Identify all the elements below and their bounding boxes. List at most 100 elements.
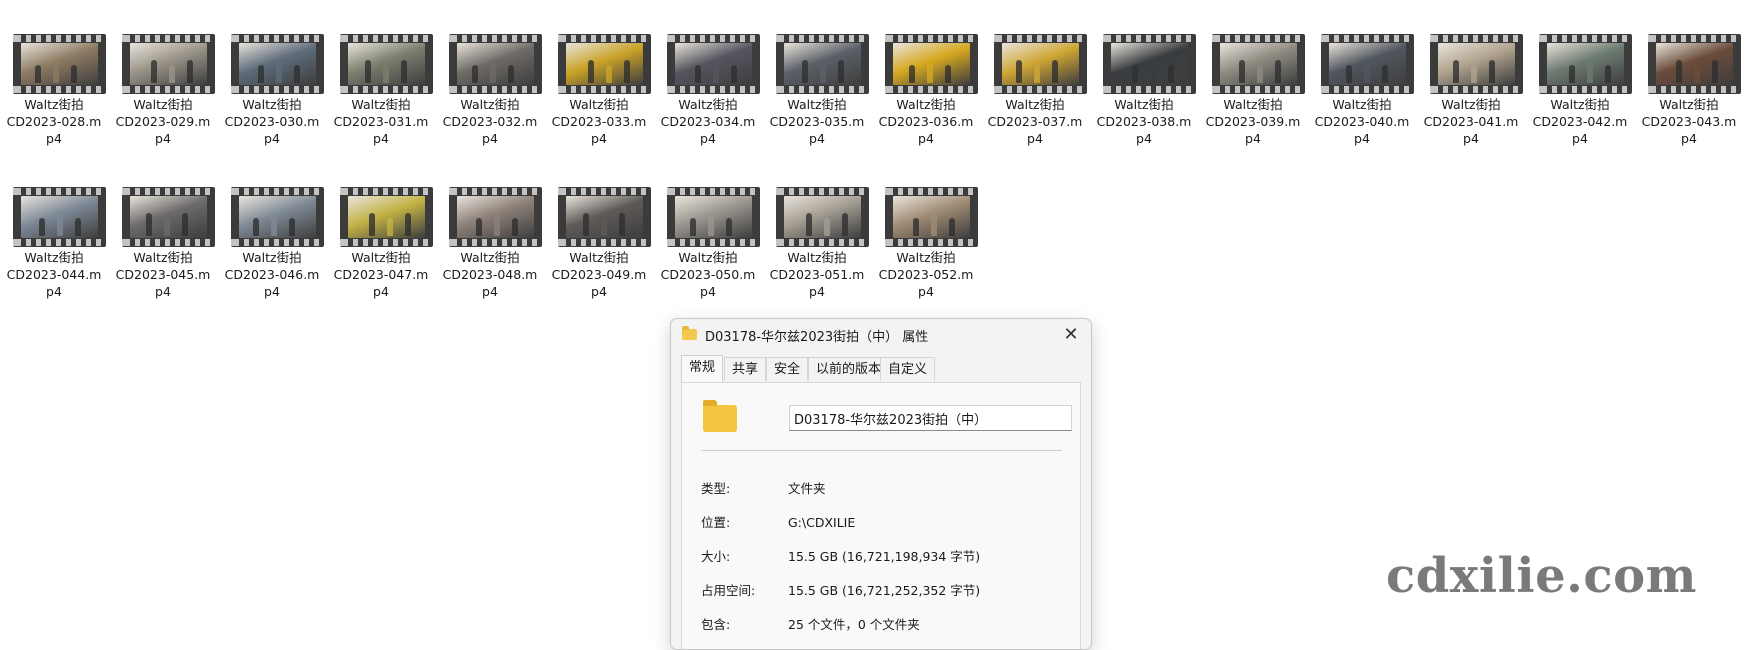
thumbnail-figure — [39, 218, 45, 236]
watermark: cdxilie.com — [1386, 548, 1697, 604]
thumbnail-figure — [1605, 65, 1611, 83]
thumbnail-figure — [1257, 65, 1263, 83]
file-name-line: p4 — [373, 284, 389, 299]
file-item[interactable]: Waltz街拍 CD2023-042.m p4 — [1526, 0, 1634, 146]
tab-security[interactable]: 安全 — [766, 357, 809, 381]
file-item[interactable]: Waltz街拍 CD2023-035.m p4 — [763, 0, 871, 146]
file-item[interactable]: Waltz街拍 CD2023-040.m p4 — [1308, 0, 1416, 146]
file-item[interactable]: Waltz街拍 CD2023-032.m p4 — [436, 0, 544, 146]
file-name-line: Waltz街拍 — [1550, 97, 1610, 112]
file-item[interactable]: Waltz街拍 CD2023-036.m p4 — [872, 0, 980, 146]
thumbnail-frame — [1547, 43, 1624, 85]
file-name-line: CD2023-041.m — [1423, 114, 1519, 129]
file-item[interactable]: Waltz街拍 CD2023-050.m p4 — [654, 153, 762, 299]
thumbnail-figure — [75, 218, 81, 236]
file-name-line: Waltz街拍 — [24, 97, 84, 112]
thumbnail-figure — [726, 218, 732, 236]
file-name-line: Waltz街拍 — [242, 250, 302, 265]
thumbnail-figure — [187, 60, 193, 83]
thumbnail-frame — [130, 196, 207, 238]
file-name: Waltz街拍 CD2023-046.m p4 — [220, 249, 324, 300]
file-item[interactable]: Waltz街拍 CD2023-041.m p4 — [1417, 0, 1525, 146]
thumbnail-frame — [893, 43, 970, 85]
file-name-line: p4 — [1354, 131, 1370, 146]
file-name-line: p4 — [155, 131, 171, 146]
film-holes — [122, 35, 215, 42]
file-item[interactable]: Waltz街拍 CD2023-031.m p4 — [327, 0, 435, 146]
file-name: Waltz街拍 CD2023-033.m p4 — [547, 96, 651, 147]
file-name-line: Waltz街拍 — [460, 97, 520, 112]
file-name-line: p4 — [918, 131, 934, 146]
close-icon[interactable]: ✕ — [1059, 323, 1083, 347]
film-holes — [558, 239, 651, 246]
file-name-line: CD2023-032.m — [442, 114, 538, 129]
video-file-icon — [231, 187, 324, 247]
video-file-icon — [13, 187, 106, 247]
file-item[interactable]: Waltz街拍 CD2023-051.m p4 — [763, 153, 871, 299]
thumbnail-figure — [838, 60, 844, 83]
file-name: Waltz街拍 CD2023-037.m p4 — [983, 96, 1087, 147]
file-item[interactable]: Waltz街拍 CD2023-037.m p4 — [981, 0, 1089, 146]
thumbnail-figure — [1275, 60, 1281, 83]
tab-sharing[interactable]: 共享 — [724, 357, 767, 381]
file-name-line: Waltz街拍 — [133, 97, 193, 112]
file-item[interactable]: Waltz街拍 CD2023-045.m p4 — [109, 153, 217, 299]
thumbnail-figure — [588, 60, 594, 83]
file-item[interactable]: Waltz街拍 CD2023-028.m p4 — [0, 0, 108, 146]
file-name: Waltz街拍 CD2023-032.m p4 — [438, 96, 542, 147]
file-item[interactable]: Waltz街拍 CD2023-033.m p4 — [545, 0, 653, 146]
film-holes — [340, 35, 433, 42]
file-item[interactable]: Waltz街拍 CD2023-038.m p4 — [1090, 0, 1198, 146]
thumbnail-frame — [21, 196, 98, 238]
video-file-icon — [1321, 34, 1414, 94]
thumbnail-figure — [690, 218, 696, 236]
file-item[interactable]: Waltz街拍 CD2023-048.m p4 — [436, 153, 544, 299]
video-file-icon — [776, 187, 869, 247]
file-item[interactable]: Waltz街拍 CD2023-043.m p4 — [1635, 0, 1743, 146]
thumbnail-figure — [182, 213, 188, 236]
file-name-line: CD2023-039.m — [1205, 114, 1301, 129]
thumbnail-figure — [909, 65, 915, 83]
file-item[interactable]: Waltz街拍 CD2023-029.m p4 — [109, 0, 217, 146]
file-item[interactable]: Waltz街拍 CD2023-030.m p4 — [218, 0, 326, 146]
file-item[interactable]: Waltz街拍 CD2023-034.m p4 — [654, 0, 762, 146]
file-name: Waltz街拍 CD2023-038.m p4 — [1092, 96, 1196, 147]
file-item[interactable]: Waltz街拍 CD2023-046.m p4 — [218, 153, 326, 299]
tab-previous-versions[interactable]: 以前的版本 — [808, 357, 890, 381]
thumbnail-figure — [169, 65, 175, 83]
video-file-icon — [122, 34, 215, 94]
thumbnail-figure — [1453, 60, 1459, 83]
file-name-line: p4 — [46, 131, 62, 146]
file-item[interactable]: Waltz街拍 CD2023-049.m p4 — [545, 153, 653, 299]
file-item[interactable]: Waltz街拍 CD2023-047.m p4 — [327, 153, 435, 299]
file-name-line: CD2023-034.m — [660, 114, 756, 129]
thumbnail-figure — [253, 218, 259, 236]
tab-customize[interactable]: 自定义 — [880, 357, 936, 381]
divider — [701, 450, 1062, 451]
tab-general[interactable]: 常规 — [681, 355, 724, 382]
file-name-line: Waltz街拍 — [1441, 97, 1501, 112]
thumbnail-figure — [494, 213, 500, 236]
thumbnail-figure — [294, 65, 300, 83]
thumbnail-figure — [164, 218, 170, 236]
folder-name-input[interactable] — [789, 405, 1072, 431]
thumbnail-frame — [21, 43, 98, 85]
dialog-title: D03178-华尔兹2023街拍（中） 属性 — [705, 330, 929, 345]
thumbnail-frame — [130, 43, 207, 85]
film-holes — [1539, 86, 1632, 93]
film-holes — [1648, 86, 1741, 93]
thumbnail-figure — [271, 213, 277, 236]
thumbnail-figure — [387, 218, 393, 236]
file-item[interactable]: Waltz街拍 CD2023-039.m p4 — [1199, 0, 1307, 146]
file-name-line: p4 — [46, 284, 62, 299]
film-holes — [122, 86, 215, 93]
file-name-line: p4 — [1027, 131, 1043, 146]
file-name-line: p4 — [1572, 131, 1588, 146]
file-name: Waltz街拍 CD2023-052.m p4 — [874, 249, 978, 300]
file-name: Waltz街拍 CD2023-047.m p4 — [329, 249, 433, 300]
thumbnail-figure — [1239, 60, 1245, 83]
film-holes — [449, 188, 542, 195]
dialog-titlebar[interactable]: D03178-华尔兹2023街拍（中） 属性 ✕ — [671, 319, 1091, 353]
file-item[interactable]: Waltz街拍 CD2023-044.m p4 — [0, 153, 108, 299]
file-item[interactable]: Waltz街拍 CD2023-052.m p4 — [872, 153, 980, 299]
